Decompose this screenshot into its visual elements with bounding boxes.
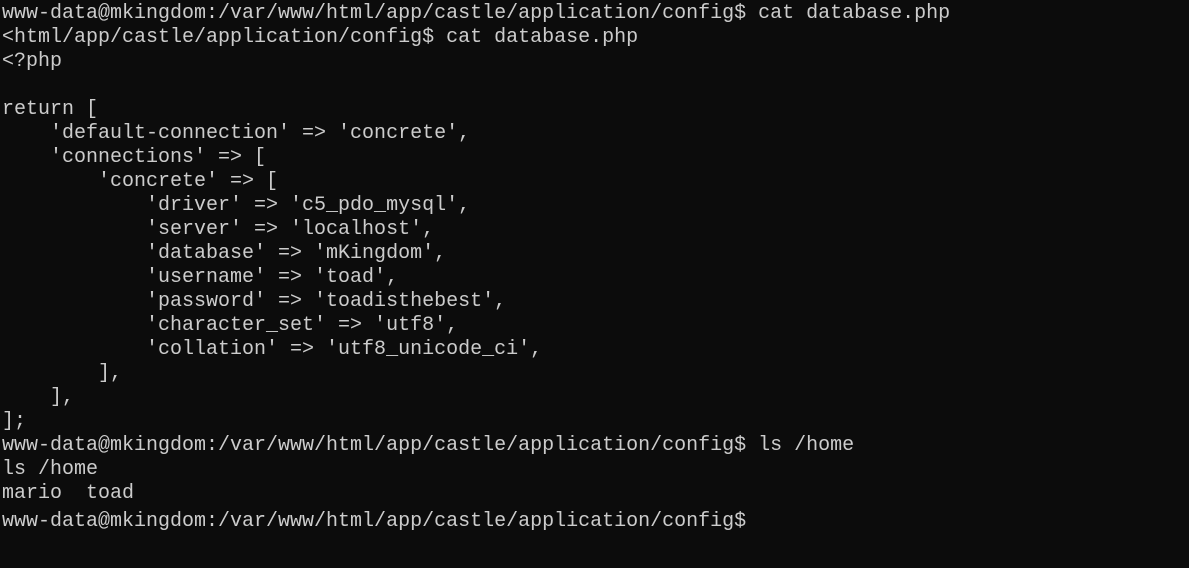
terminal-window[interactable]: www-data@mkingdom:/var/www/html/app/cast… (0, 0, 1189, 568)
terminal-line: 'database' => 'mKingdom', (2, 242, 447, 265)
terminal-line: 'collation' => 'utf8_unicode_ci', (2, 338, 543, 361)
terminal-cursor (758, 506, 769, 526)
terminal-line: 'default-connection' => 'concrete', (2, 122, 471, 145)
terminal-line: www-data@mkingdom:/var/www/html/app/cast… (2, 434, 855, 457)
terminal-line: 'connections' => [ (2, 146, 267, 169)
terminal-line: 'driver' => 'c5_pdo_mysql', (2, 194, 471, 217)
terminal-line: 'concrete' => [ (2, 170, 279, 193)
terminal-line: 'username' => 'toad', (2, 266, 399, 289)
terminal-line: ], (2, 362, 123, 385)
terminal-line: ]; (2, 410, 27, 433)
terminal-line: return [ (2, 98, 99, 121)
terminal-line: mario toad (2, 482, 135, 505)
terminal-line: ls /home (2, 458, 99, 481)
terminal-line: 'character_set' => 'utf8', (2, 314, 459, 337)
terminal-prompt-line[interactable]: www-data@mkingdom:/var/www/html/app/cast… (0, 506, 1189, 533)
terminal-line: ], (2, 386, 75, 409)
terminal-prompt: www-data@mkingdom:/var/www/html/app/cast… (2, 510, 759, 533)
terminal-line: <?php (2, 50, 63, 73)
terminal-line: 'password' => 'toadisthebest', (2, 290, 507, 313)
terminal-line: <html/app/castle/application/config$ cat… (2, 26, 639, 49)
terminal-line: www-data@mkingdom:/var/www/html/app/cast… (2, 2, 951, 25)
terminal-line: 'server' => 'localhost', (2, 218, 435, 241)
